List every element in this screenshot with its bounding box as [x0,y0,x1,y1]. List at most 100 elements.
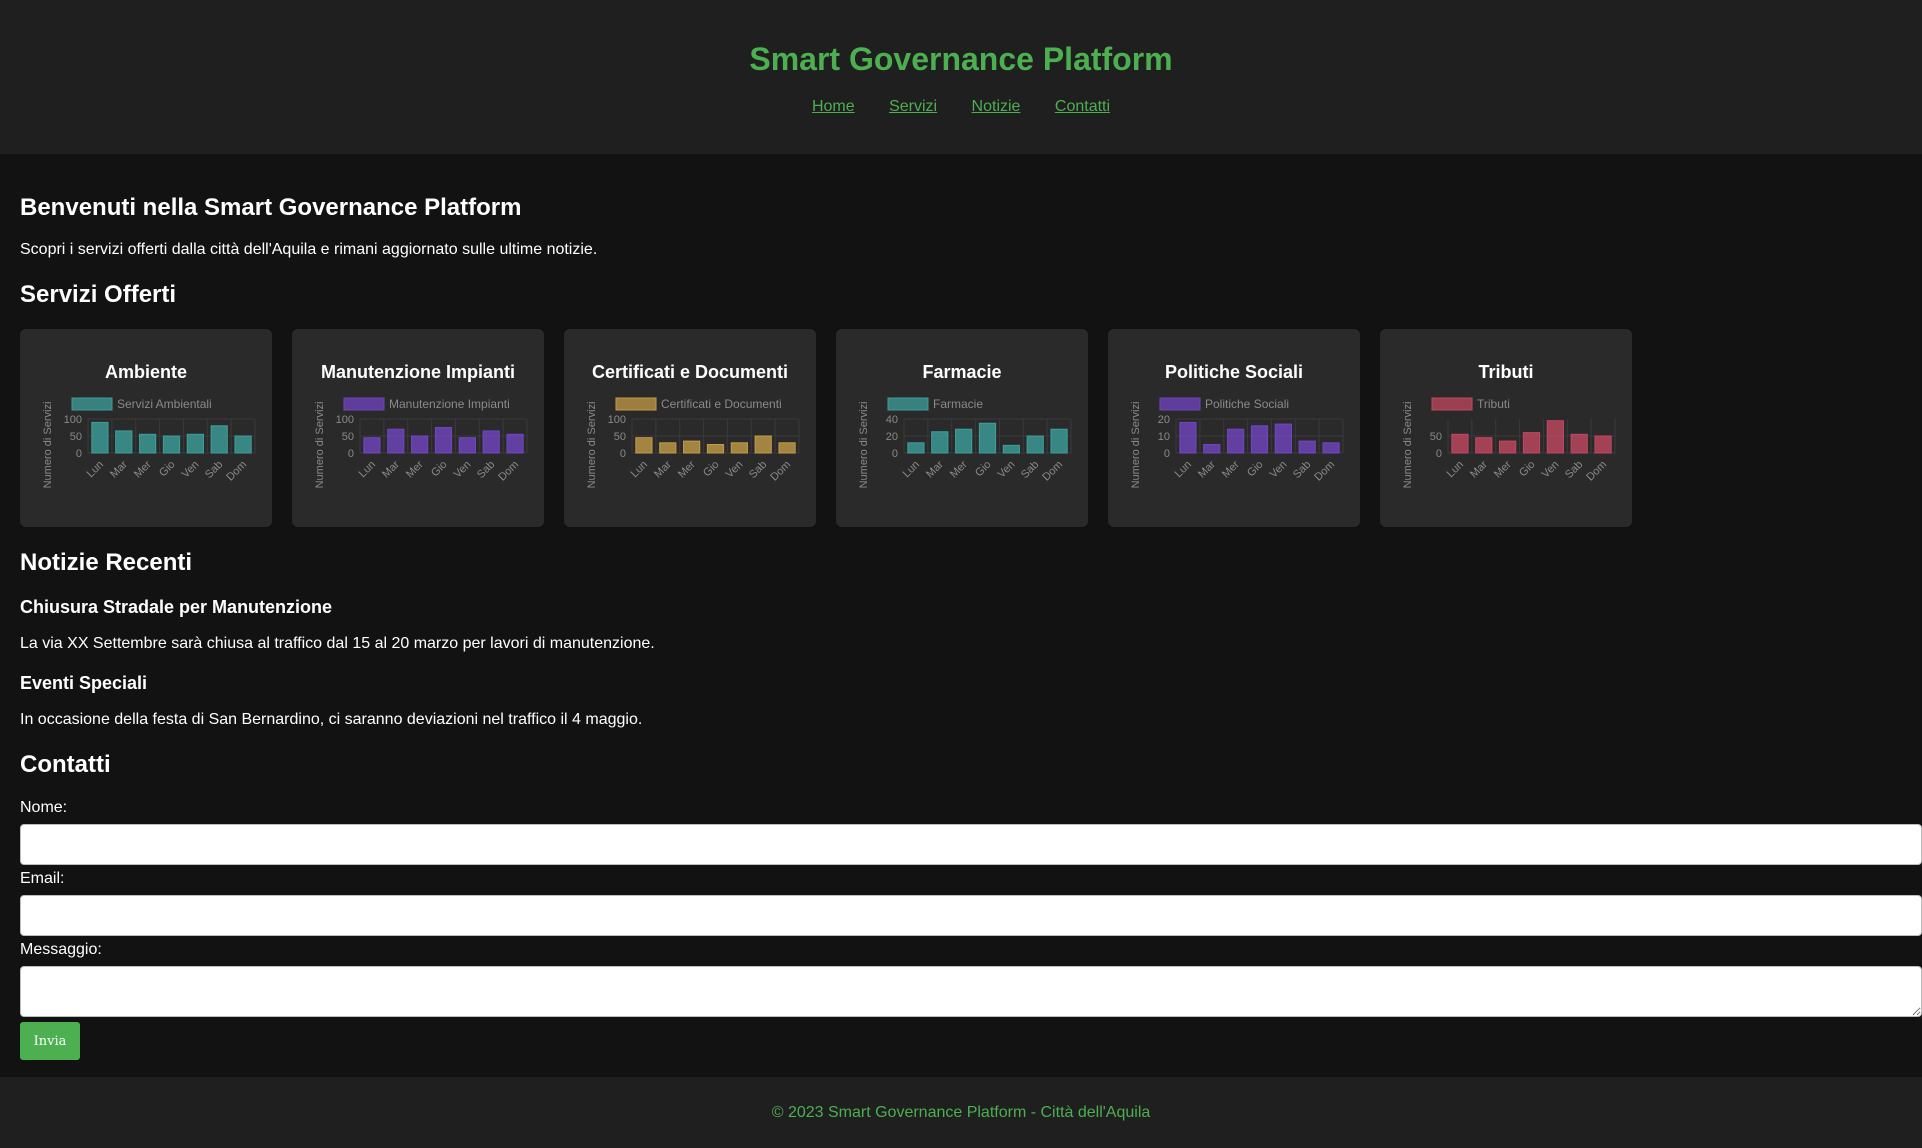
chart-bar [482,430,500,454]
x-tick-label: Mer [404,458,426,480]
x-tick-label: Ven [452,459,474,481]
chart-bar [387,428,405,454]
legend-label: Farmacie [933,397,983,411]
services-grid: Ambiente Numero di Servizi Servizi Ambien… [20,329,1902,527]
x-tick-label: Mar [924,458,946,480]
x-tick-label: Dom [496,459,521,484]
chart-bar [162,435,181,454]
chart-bar [1594,435,1612,454]
chart-bar [1298,440,1316,454]
chart-bar [635,437,653,454]
x-tick-label: Ven [996,459,1018,481]
message-textarea[interactable] [20,966,1922,1017]
service-card-certificati: Certificati e Documenti Numero di Serviz… [564,329,816,527]
y-tick-label: 100 [336,414,354,426]
y-tick-label: 0 [620,448,626,460]
x-tick-label: Lun [1173,459,1194,480]
y-tick-label: 0 [76,448,82,460]
chart-bar [411,435,429,454]
site-header: Smart Governance Platform Home Servizi N… [0,0,1922,154]
y-tick-label: 20 [1158,414,1170,426]
chart-bar [186,433,204,454]
chart-bar [1026,435,1044,454]
x-tick-label: Lun [85,459,106,480]
welcome-text: Scopri i servizi offerti dalla città del… [20,241,598,258]
x-tick-label: Sab [475,459,497,481]
x-tick-label: Mer [132,458,154,480]
chart-bar [1499,440,1517,454]
contact-title: Contatti [20,751,111,778]
x-tick-label: Gio [701,459,722,480]
x-tick-label: Dom [1312,459,1337,484]
nav-link-home[interactable]: Home [812,98,855,115]
nav-link-contatti[interactable]: Contatti [1055,98,1110,115]
chart-bar [1203,444,1221,454]
x-tick-label: Ven [180,459,202,481]
y-tick-label: 10 [1158,431,1170,443]
x-tick-label: Mer [1220,458,1242,480]
service-card-title: Tributi [1478,362,1534,382]
news-item-text: La via XX Settembre sarà chiusa al traff… [20,635,655,652]
chart-bar [978,422,997,454]
message-label: Messaggio: [20,941,102,958]
chart-bar [1322,442,1340,454]
chart-bar [754,435,772,454]
chart-bar [91,421,109,454]
chart-ylabel: Numero di Servizi [42,402,54,489]
chart-bar [706,444,725,454]
nav-link-servizi[interactable]: Servizi [889,98,937,115]
news-item-title: Chiusura Stradale per Manutenzione [20,597,333,617]
service-card-politiche-sociali: Politiche Sociali Numero di Servizi Polit… [1108,329,1360,527]
submit-button[interactable]: Invia [20,1022,80,1060]
x-tick-label: Dom [224,459,249,484]
y-tick-label: 0 [348,448,354,460]
email-input[interactable] [20,895,1922,936]
y-tick-label: 0 [1164,448,1170,460]
chart-bar [955,428,973,454]
x-tick-label: Dom [1040,459,1065,484]
news-title: Notizie Recenti [20,549,193,576]
site-title: Smart Governance Platform [749,41,1173,77]
chart-ylabel: Numero di Servizi [586,402,598,489]
chart-bar [1227,428,1245,454]
x-tick-label: Gio [429,459,450,480]
x-tick-label: Sab [203,459,225,481]
main-nav: Home Servizi Notizie Contatti [0,98,1922,116]
chart-bar [434,427,453,454]
x-tick-label: Mer [948,458,970,480]
news-item: Eventi Speciali In occasione della festa… [20,672,1902,729]
x-tick-label: Sab [1563,459,1585,481]
x-tick-label: Gio [157,459,178,480]
chart-bar [1451,433,1469,454]
x-tick-label: Mar [1196,458,1218,480]
x-tick-label: Lun [901,459,922,480]
y-tick-label: 50 [342,431,354,443]
name-input[interactable] [20,824,1922,865]
chart-bar [234,435,252,454]
legend-swatch [343,397,385,411]
chart-bar [139,433,157,454]
legend-label: Certificati e Documenti [661,397,782,411]
chart-bar [683,440,701,454]
email-label: Email: [20,870,65,887]
x-tick-label: Dom [768,459,793,484]
x-tick-label: Ven [724,459,746,481]
legend-label: Politiche Sociali [1205,397,1289,411]
chart-bar [931,431,949,454]
site-footer: © 2023 Smart Governance Platform - Città… [0,1077,1922,1148]
y-tick-label: 50 [1430,431,1442,443]
legend-label: Tributi [1477,397,1510,411]
y-tick-label: 0 [1436,448,1442,460]
main-content: Benvenuti nella Smart Governance Platfor… [0,194,1922,1060]
news-item: Chiusura Stradale per Manutenzione La vi… [20,596,1902,653]
nav-link-notizie[interactable]: Notizie [972,98,1021,115]
service-card-title: Certificati e Documenti [591,362,789,382]
y-tick-label: 20 [886,431,898,443]
services-title: Servizi Offerti [20,281,177,308]
y-tick-label: 50 [614,431,626,443]
x-tick-label: Ven [1540,459,1562,481]
chart-bar [210,425,228,454]
chart-bar [1570,433,1588,454]
x-tick-label: Sab [1291,459,1313,481]
x-tick-label: Lun [357,459,378,480]
